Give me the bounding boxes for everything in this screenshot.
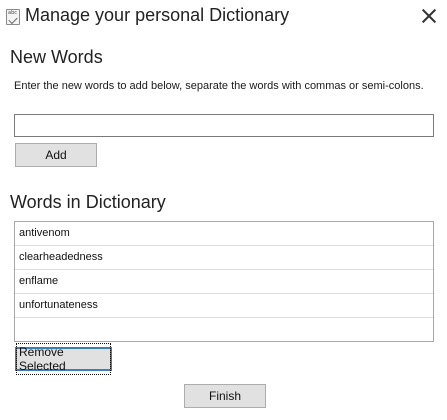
list-item[interactable]: clearheadedness [15,246,433,270]
new-words-input[interactable] [14,114,434,137]
dictionary-icon: abc [6,9,20,25]
window-title: Manage your personal Dictionary [25,5,290,25]
remove-selected-label: Remove Selected [16,343,111,375]
list-item[interactable]: unfortunateness [15,294,433,318]
title-bar: abc Manage your personal Dictionary [0,0,447,34]
finish-button[interactable]: Finish [184,384,266,408]
finish-button-label: Finish [208,389,241,403]
dictionary-heading: Words in Dictionary [10,192,166,212]
list-item[interactable]: antivenom [15,222,433,246]
dictionary-word-list[interactable]: antivenom clearheadedness enflame unfort… [14,221,434,342]
instructions-text: Enter the new words to add below, separa… [14,80,424,92]
add-button-label: Add [45,148,67,162]
remove-selected-button[interactable]: Remove Selected [15,343,112,375]
new-words-heading: New Words [10,47,103,67]
add-button[interactable]: Add [15,143,97,167]
close-icon[interactable] [417,4,441,28]
list-item[interactable]: enflame [15,270,433,294]
